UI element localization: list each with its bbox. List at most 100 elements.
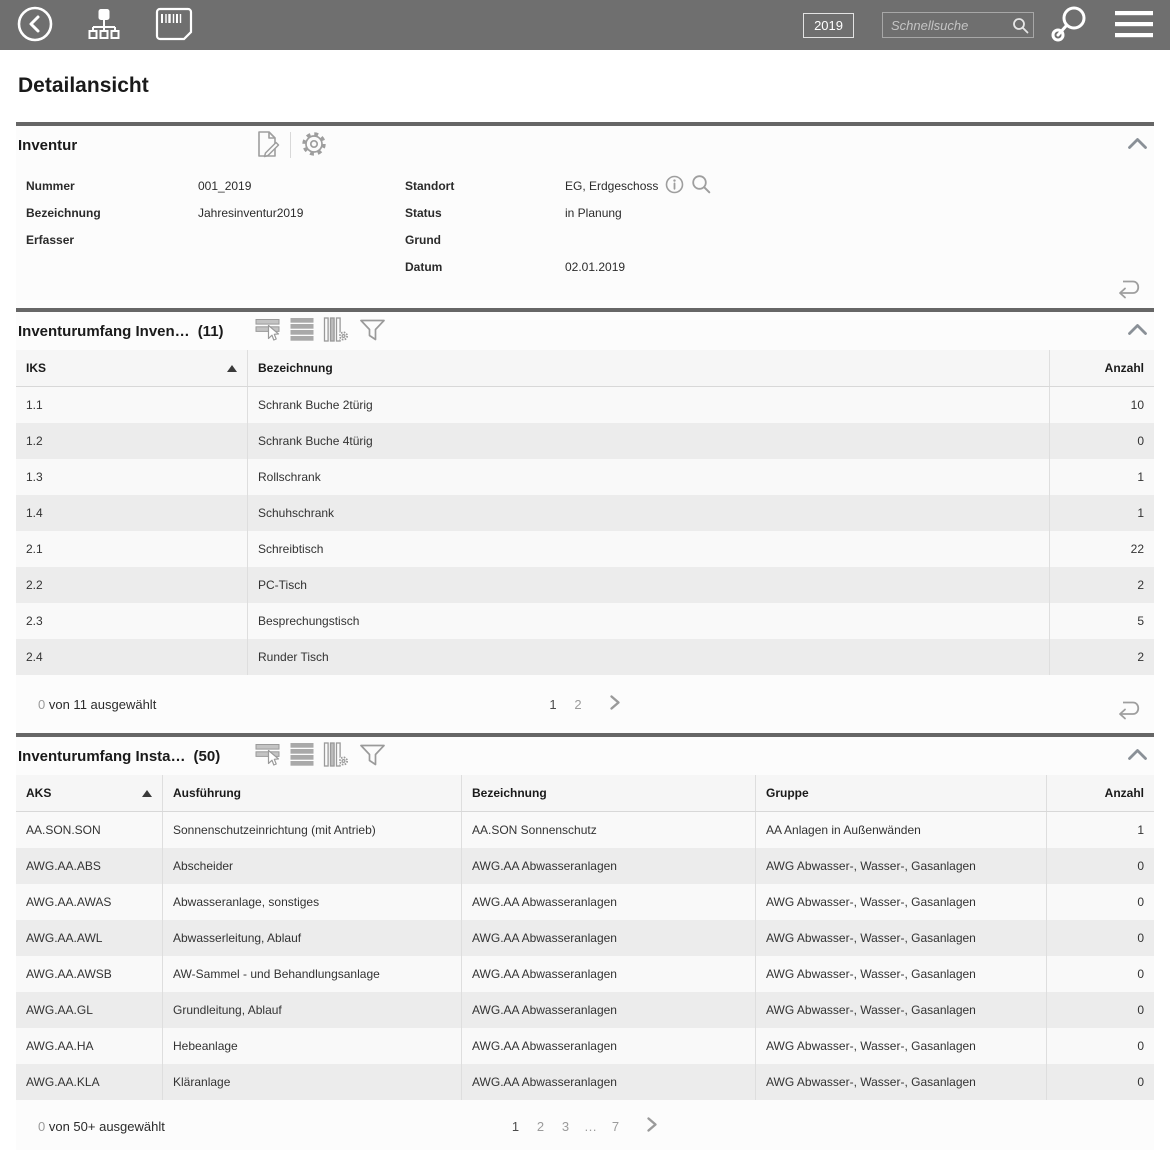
quick-search	[882, 12, 1034, 38]
cell-bezeichnung: AA.SON Sonnenschutz	[462, 812, 756, 848]
table-row[interactable]: AWG.AA.ABS Abscheider AWG.AA Abwasseranl…	[16, 848, 1154, 884]
column-header-bezeichnung[interactable]: Bezeichnung	[462, 775, 756, 811]
standort-info-button[interactable]	[665, 175, 684, 197]
page-title: Detailansicht	[18, 74, 1152, 98]
column-header-anzahl[interactable]: Anzahl	[1050, 350, 1154, 386]
pagination: 1 2	[545, 694, 626, 714]
sort-asc-icon	[227, 365, 237, 372]
table-row[interactable]: 1.4 Schuhschrank 1	[16, 495, 1154, 531]
field-label-grund: Grund	[405, 233, 565, 247]
table-row[interactable]: AWG.AA.GL Grundleitung, Ablauf AWG.AA Ab…	[16, 992, 1154, 1028]
page-button-7[interactable]: 7	[607, 1119, 624, 1134]
cell-anzahl: 0	[1047, 1028, 1154, 1064]
cell-bezeichnung: PC-Tisch	[248, 567, 1050, 603]
column-header-bezeichnung[interactable]: Bezeichnung	[248, 350, 1050, 386]
cell-aks: AWG.AA.AWSB	[16, 956, 163, 992]
column-settings-button[interactable]	[323, 317, 350, 346]
column-header-iks[interactable]: IKS	[16, 350, 248, 386]
page-button-2[interactable]: 2	[532, 1119, 549, 1134]
column-header-ausfuehrung[interactable]: Ausführung	[163, 775, 462, 811]
settings-button[interactable]	[300, 130, 328, 161]
collapse-table1-button[interactable]	[1127, 323, 1148, 339]
cell-aks: AWG.AA.AWL	[16, 920, 163, 956]
table-row[interactable]: 2.3 Besprechungstisch 5	[16, 603, 1154, 639]
page-button-1[interactable]: 1	[545, 697, 562, 712]
filter-button[interactable]	[359, 318, 386, 345]
chevron-up-icon	[1127, 748, 1148, 764]
cell-anzahl: 22	[1050, 531, 1154, 567]
filter-button[interactable]	[359, 743, 386, 770]
table1-title: Inventurumfang Inven…	[18, 323, 190, 340]
edit-button[interactable]	[255, 130, 281, 161]
table-row[interactable]: AWG.AA.KLA Kläranlage AWG.AA Abwasseranl…	[16, 1064, 1154, 1100]
cell-anzahl: 1	[1050, 495, 1154, 531]
column-settings-button[interactable]	[323, 742, 350, 771]
field-label-datum: Datum	[405, 260, 565, 274]
row-density-button[interactable]	[290, 742, 314, 770]
column-header-anzahl[interactable]: Anzahl	[1047, 775, 1154, 811]
page-button-3[interactable]: 3	[557, 1119, 574, 1134]
table-row[interactable]: 1.2 Schrank Buche 4türig 0	[16, 423, 1154, 459]
table-row[interactable]: 2.2 PC-Tisch 2	[16, 567, 1154, 603]
cell-aks: AWG.AA.GL	[16, 992, 163, 1028]
next-page-button[interactable]	[646, 1116, 663, 1136]
barcode-button[interactable]	[154, 6, 194, 45]
cell-iks: 1.1	[16, 387, 248, 423]
inventurumfang-inventar-panel: Inventurumfang Inven… (11)	[16, 308, 1154, 733]
page-button-1[interactable]: 1	[507, 1119, 524, 1134]
row-density-button[interactable]	[290, 317, 314, 345]
table2-count: (50)	[194, 748, 221, 765]
table-row[interactable]: 2.1 Schreibtisch 22	[16, 531, 1154, 567]
column-header-gruppe[interactable]: Gruppe	[756, 775, 1047, 811]
filter-icon	[359, 743, 386, 770]
cell-anzahl: 1	[1047, 812, 1154, 848]
cell-bezeichnung: AWG.AA Abwasseranlagen	[462, 1064, 756, 1100]
table-row[interactable]: AWG.AA.AWAS Abwasseranlage, sonstiges AW…	[16, 884, 1154, 920]
cell-iks: 1.2	[16, 423, 248, 459]
standort-search-button[interactable]	[691, 174, 711, 197]
year-selector[interactable]: 2019	[803, 13, 854, 38]
table-row[interactable]: 1.3 Rollschrank 1	[16, 459, 1154, 495]
return-button-inventur[interactable]	[1114, 277, 1142, 302]
table-row[interactable]: AA.SON.SON Sonnenschutzeinrichtung (mit …	[16, 812, 1154, 848]
cell-aks: AWG.AA.AWAS	[16, 884, 163, 920]
cell-anzahl: 2	[1050, 567, 1154, 603]
cell-ausfuehrung: Sonnenschutzeinrichtung (mit Antrieb)	[163, 812, 462, 848]
field-label-bezeichnung: Bezeichnung	[26, 206, 198, 220]
cell-aks: AWG.AA.KLA	[16, 1064, 163, 1100]
pagination: 1 2 3 … 7	[507, 1116, 663, 1136]
next-page-button[interactable]	[609, 694, 626, 714]
collapse-table2-button[interactable]	[1127, 748, 1148, 764]
collapse-inventur-button[interactable]	[1127, 137, 1148, 153]
cell-aks: AA.SON.SON	[16, 812, 163, 848]
cell-bezeichnung: Runder Tisch	[248, 639, 1050, 675]
return-button-table1[interactable]	[1114, 698, 1142, 723]
field-value-status: in Planung	[565, 206, 622, 220]
hierarchy-button[interactable]	[86, 6, 122, 45]
table2-footer: 0 von 50+ ausgewählt 1 2 3 … 7	[16, 1100, 1154, 1150]
table-row[interactable]: AWG.AA.AWL Abwasserleitung, Ablauf AWG.A…	[16, 920, 1154, 956]
cell-anzahl: 1	[1050, 459, 1154, 495]
cell-bezeichnung: Schreibtisch	[248, 531, 1050, 567]
advanced-search-button[interactable]	[1048, 4, 1090, 47]
cell-bezeichnung: AWG.AA Abwasseranlagen	[462, 992, 756, 1028]
cell-ausfuehrung: Abscheider	[163, 848, 462, 884]
table-row[interactable]: AWG.AA.AWSB AW-Sammel - und Behandlungsa…	[16, 956, 1154, 992]
table-row[interactable]: 2.4 Runder Tisch 2	[16, 639, 1154, 675]
select-rows-button[interactable]	[255, 742, 281, 770]
table-row[interactable]: 1.1 Schrank Buche 2türig 10	[16, 387, 1154, 423]
select-rows-button[interactable]	[255, 317, 281, 345]
menu-button[interactable]	[1114, 9, 1154, 42]
toolbar-divider	[290, 132, 291, 158]
cell-bezeichnung: Schrank Buche 4türig	[248, 423, 1050, 459]
cell-bezeichnung: AWG.AA Abwasseranlagen	[462, 848, 756, 884]
cell-iks: 2.3	[16, 603, 248, 639]
back-button[interactable]	[16, 5, 54, 46]
column-settings-icon	[323, 742, 350, 771]
table-row[interactable]: AWG.AA.HA Hebeanlage AWG.AA Abwasseranla…	[16, 1028, 1154, 1064]
column-header-aks[interactable]: AKS	[16, 775, 163, 811]
page-button-2[interactable]: 2	[570, 697, 587, 712]
cell-iks: 2.4	[16, 639, 248, 675]
table2-title: Inventurumfang Insta…	[18, 748, 186, 765]
cell-anzahl: 0	[1047, 1064, 1154, 1100]
